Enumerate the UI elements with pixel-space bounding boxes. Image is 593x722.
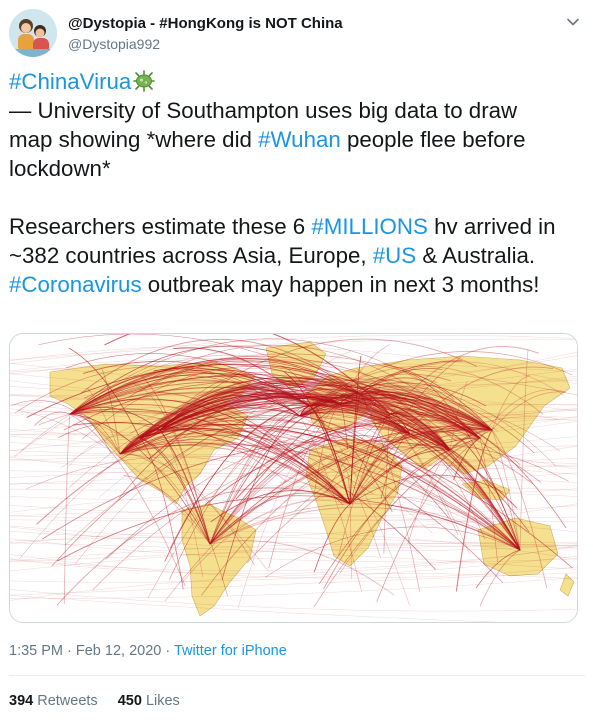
chevron-down-icon[interactable] <box>566 15 580 29</box>
retweets-count: 394 <box>9 693 34 709</box>
tweet-text-fragment: outbreak may happen in next 3 months! <box>141 272 540 297</box>
tweet-line: Researchers estimate these 6 #MILLIONS h… <box>9 212 581 241</box>
likes-label: Likes <box>145 693 180 709</box>
tweet-stats: 394 Retweets 450 Likes <box>9 693 196 709</box>
hashtag-link[interactable]: #MILLIONS <box>311 214 427 239</box>
tweet-text-fragment: Researchers estimate these 6 <box>9 214 312 239</box>
tweet-text: #ChinaVirua — University of Southampton … <box>9 67 581 299</box>
avatar-image <box>9 9 57 57</box>
meta-separator: · <box>63 643 76 659</box>
hashtag-link[interactable]: #ChinaVirua <box>9 69 131 94</box>
hashtag-link[interactable]: #US <box>373 243 416 268</box>
hashtag-link[interactable]: #Coronavirus <box>9 272 142 297</box>
tweet-source-link[interactable]: Twitter for iPhone <box>174 643 287 659</box>
tweet-text-fragment: ~382 countries across Asia, Europe, <box>9 243 373 268</box>
tweet-time[interactable]: 1:35 PM <box>9 643 63 659</box>
retweets-stat[interactable]: 394 Retweets <box>9 693 98 709</box>
tweet-line: ~382 countries across Asia, Europe, #US … <box>9 241 581 270</box>
world-flight-map <box>10 334 577 622</box>
divider <box>9 675 585 676</box>
likes-stat[interactable]: 450 Likes <box>118 693 180 709</box>
tweet-text-fragment: hv arrived in <box>427 214 556 239</box>
hashtag-link[interactable]: #Wuhan <box>258 127 341 152</box>
tweet-text-fragment: & Australia. <box>416 243 536 268</box>
tweet-line: #Coronavirus outbreak may happen in next… <box>9 270 581 299</box>
avatar[interactable] <box>9 9 57 57</box>
tweet-media-image[interactable] <box>9 333 578 623</box>
likes-count: 450 <box>117 693 142 709</box>
tweet-line: #ChinaVirua <box>9 67 581 96</box>
tweet-line: lockdown* <box>9 156 111 181</box>
tweet-text-fragment: map showing *where did <box>9 127 259 152</box>
tweet-header: @Dystopia - #HongKong is NOT China @Dyst… <box>9 9 584 59</box>
author-handle[interactable]: @Dystopia992 <box>68 36 160 52</box>
tweet-date[interactable]: Feb 12, 2020 <box>76 643 161 659</box>
tweet-metadata: 1:35 PM · Feb 12, 2020 · Twitter for iPh… <box>9 643 287 659</box>
meta-separator: · <box>161 643 174 659</box>
tweet-line: — University of Southampton uses big dat… <box>9 98 518 123</box>
microbe-icon <box>133 70 156 92</box>
author-display-name[interactable]: @Dystopia - #HongKong is NOT China <box>68 15 343 32</box>
tweet-text-fragment: people flee before <box>340 127 526 152</box>
tweet-line: map showing *where did #Wuhan people fle… <box>9 125 581 154</box>
retweets-label: Retweets <box>37 693 98 709</box>
